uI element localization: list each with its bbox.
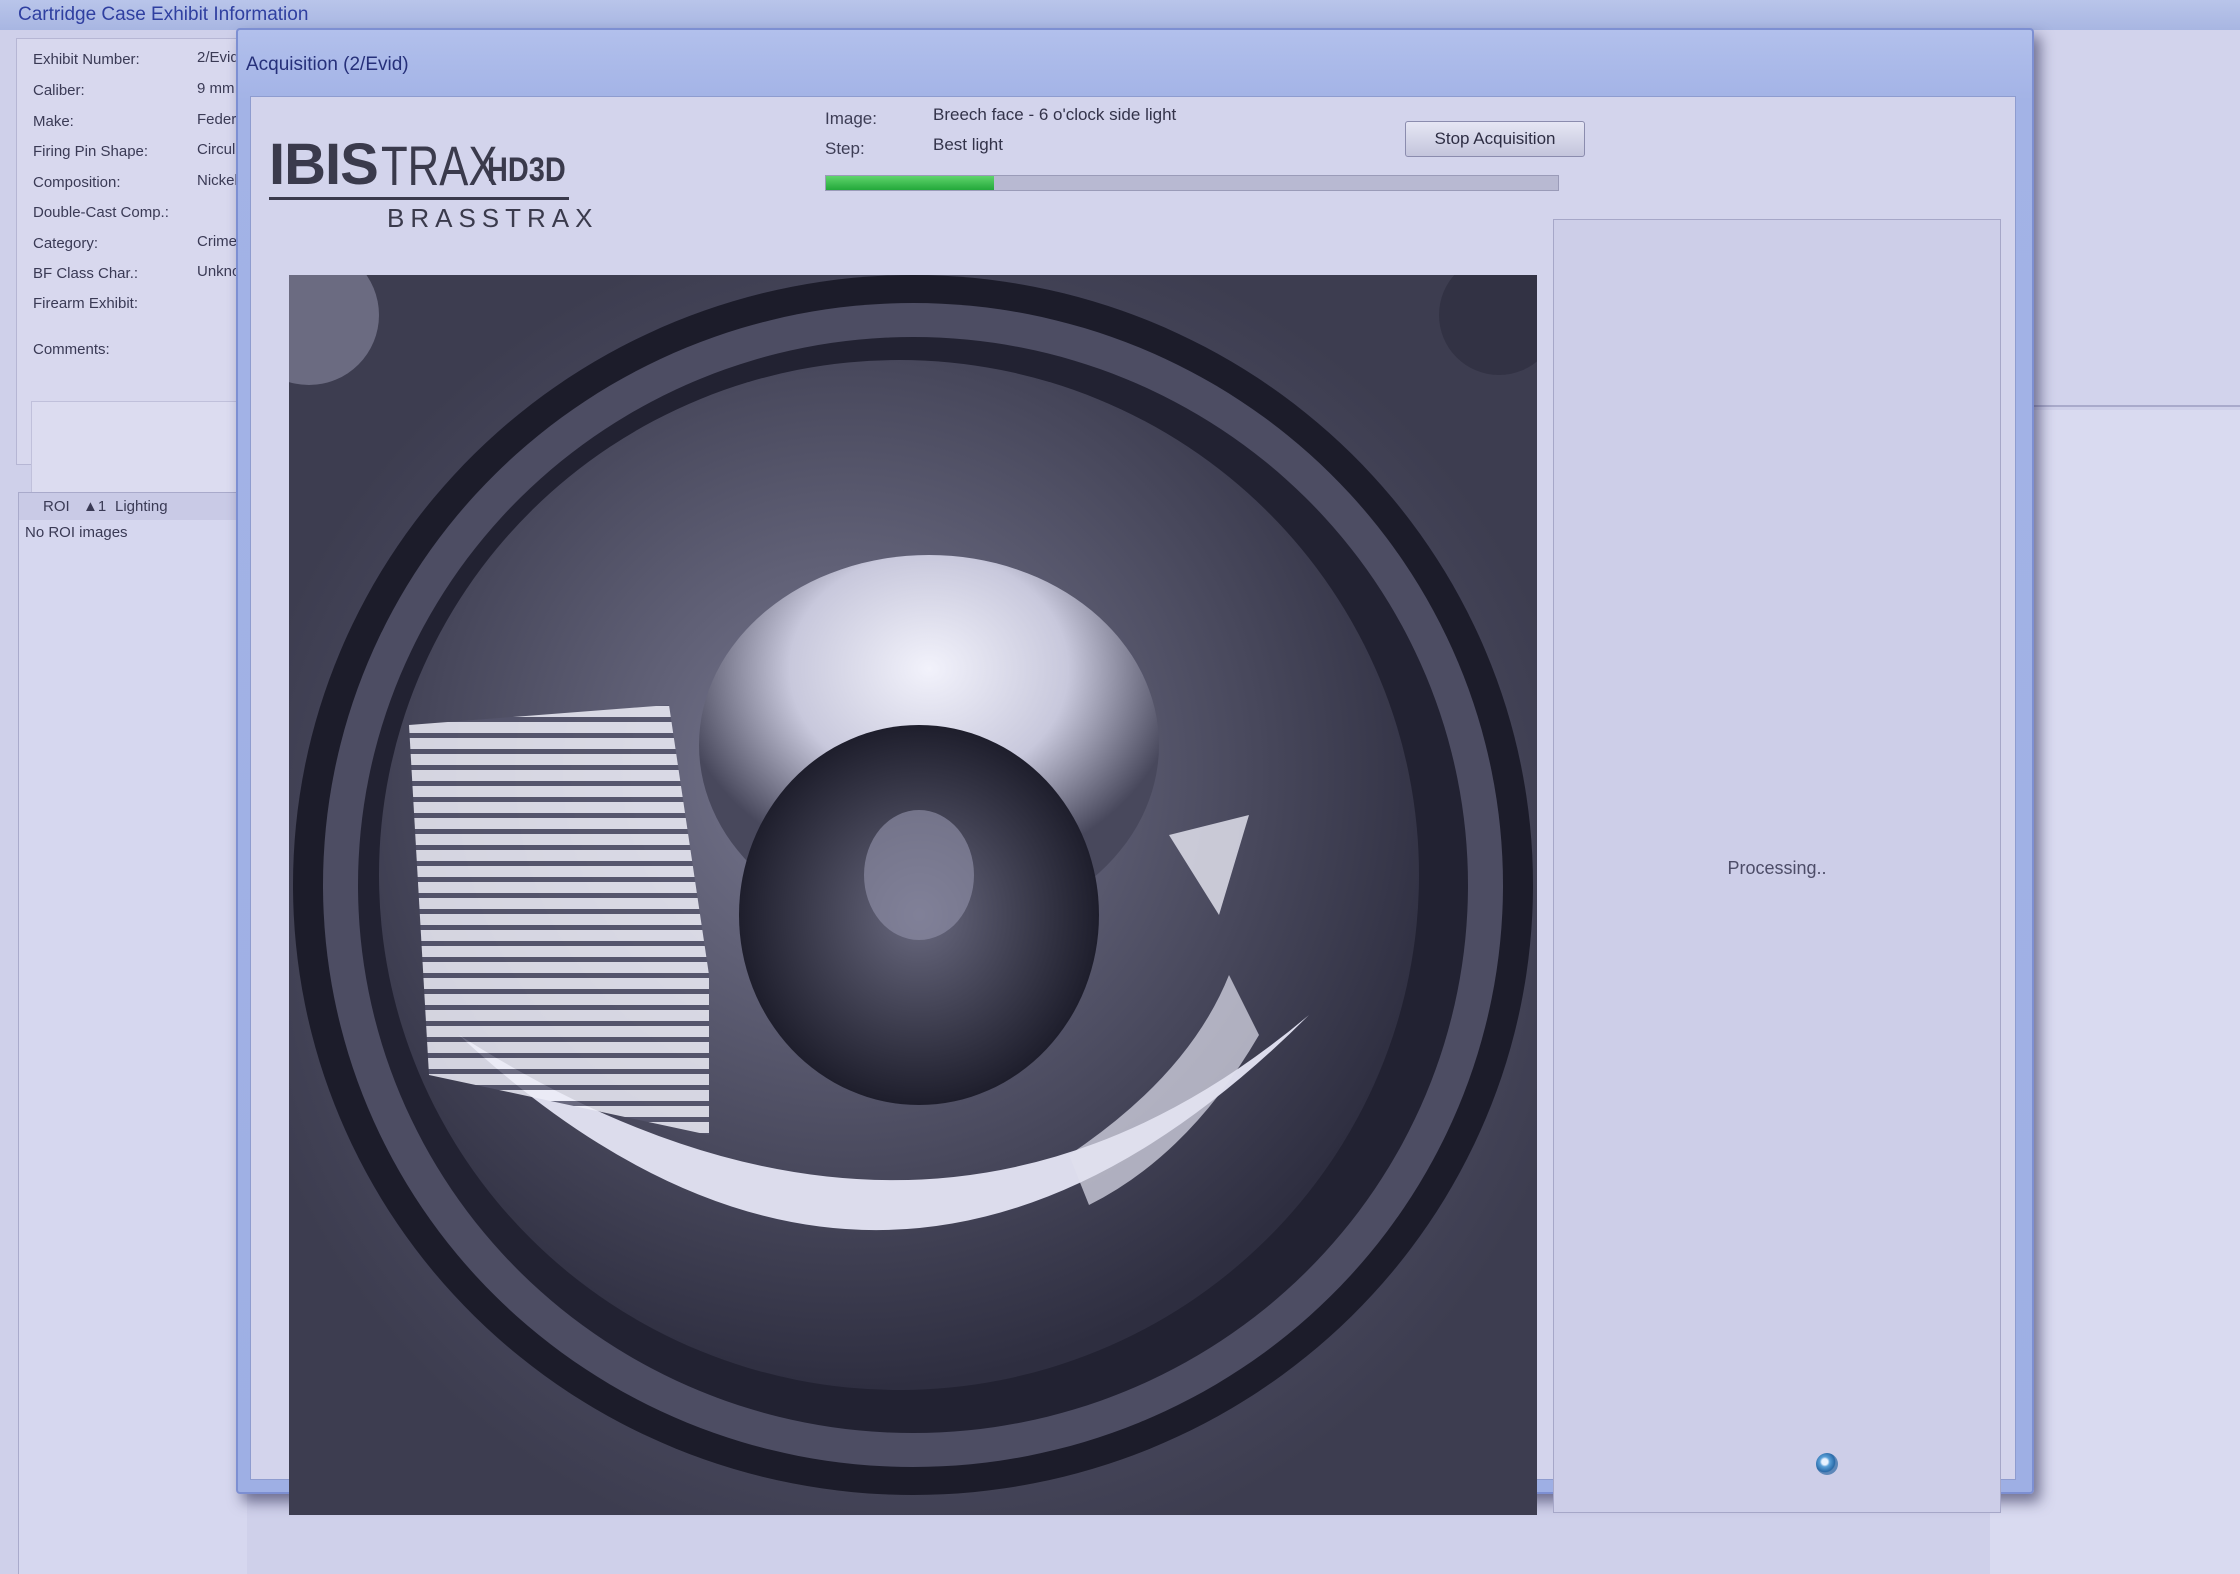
logo-hd3d-text: HD3D xyxy=(487,151,566,189)
field-label-firearm-exhibit: Firearm Exhibit: xyxy=(33,295,139,312)
acquisition-dialog: Acquisition (2/Evid) IBIS TRAX HD3D BRAS… xyxy=(236,28,2034,1515)
image-value: Breech face - 6 o'clock side light xyxy=(933,105,1177,124)
dialog-title: Acquisition (2/Evid) xyxy=(246,54,409,75)
cartridge-breech-face-photo xyxy=(289,275,1537,1515)
field-label-bf-class: BF Class Char.: xyxy=(33,265,139,282)
field-label-firing-pin-shape: Firing Pin Shape: xyxy=(33,143,149,160)
field-label-caliber: Caliber: xyxy=(33,82,85,99)
field-label-composition: Composition: xyxy=(33,174,121,191)
acquisition-progress-bar xyxy=(825,175,1559,191)
loading-spinner-icon xyxy=(1816,1453,1838,1475)
processing-panel: Processing.. xyxy=(1553,219,2001,1513)
field-label-make: Make: xyxy=(33,113,74,130)
logo-ibis-text: IBIS xyxy=(269,132,379,197)
roi-list-empty-text: No ROI images xyxy=(25,524,128,541)
comments-label: Comments: xyxy=(33,341,110,358)
comments-field[interactable] xyxy=(31,401,253,503)
exhibit-info-panel: Exhibit Number: 2/Evid Caliber: 9 mm Mak… xyxy=(16,38,257,503)
field-label-exhibit-number: Exhibit Number: xyxy=(33,51,140,68)
tab-lighting[interactable]: Lighting xyxy=(115,498,168,515)
background-window-title: Cartridge Case Exhibit Information xyxy=(0,0,2240,30)
field-label-category: Category: xyxy=(33,235,99,252)
step-label: Step: xyxy=(825,139,865,158)
image-label: Image: xyxy=(825,109,877,128)
step-value: Best light xyxy=(933,135,1003,154)
processing-status-text: Processing.. xyxy=(1727,858,1827,878)
stop-acquisition-button[interactable]: Stop Acquisition xyxy=(1405,121,1585,157)
tab-roi[interactable]: ROI xyxy=(43,498,70,515)
breech-face-image xyxy=(289,275,1537,1515)
logo-underline xyxy=(269,197,569,200)
ibis-brasstrax-logo: IBIS TRAX HD3D BRASSTRAX xyxy=(269,131,593,233)
progress-fill xyxy=(826,176,995,190)
roi-tab-bar: ROI ▲1 Lighting xyxy=(18,492,248,522)
logo-trax-text: TRAX xyxy=(381,134,498,197)
dialog-content: IBIS TRAX HD3D BRASSTRAX Image: Breech f… xyxy=(250,96,2016,1515)
roi-list[interactable]: No ROI images xyxy=(18,520,247,1574)
field-label-double-cast: Double-Cast Comp.: xyxy=(33,204,169,221)
sort-ascending-icon[interactable]: ▲1 xyxy=(83,498,106,515)
logo-brasstrax-text: BRASSTRAX xyxy=(387,203,599,233)
